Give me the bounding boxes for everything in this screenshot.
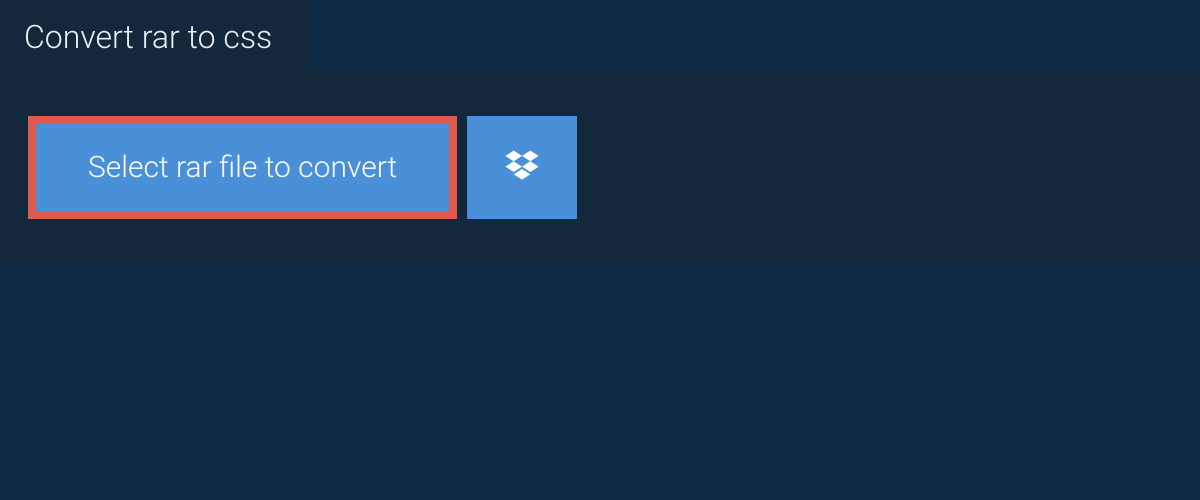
tab-convert[interactable]: Convert rar to css	[0, 0, 308, 72]
dropbox-icon	[503, 147, 541, 189]
select-file-button[interactable]: Select rar file to convert	[28, 116, 457, 219]
select-file-label: Select rar file to convert	[88, 150, 397, 185]
tab-bar: Convert rar to css	[0, 0, 1200, 72]
converter-panel: Select rar file to convert	[0, 72, 1200, 263]
button-row: Select rar file to convert	[28, 116, 1172, 219]
dropbox-button[interactable]	[467, 116, 577, 219]
tab-label: Convert rar to css	[24, 18, 272, 56]
